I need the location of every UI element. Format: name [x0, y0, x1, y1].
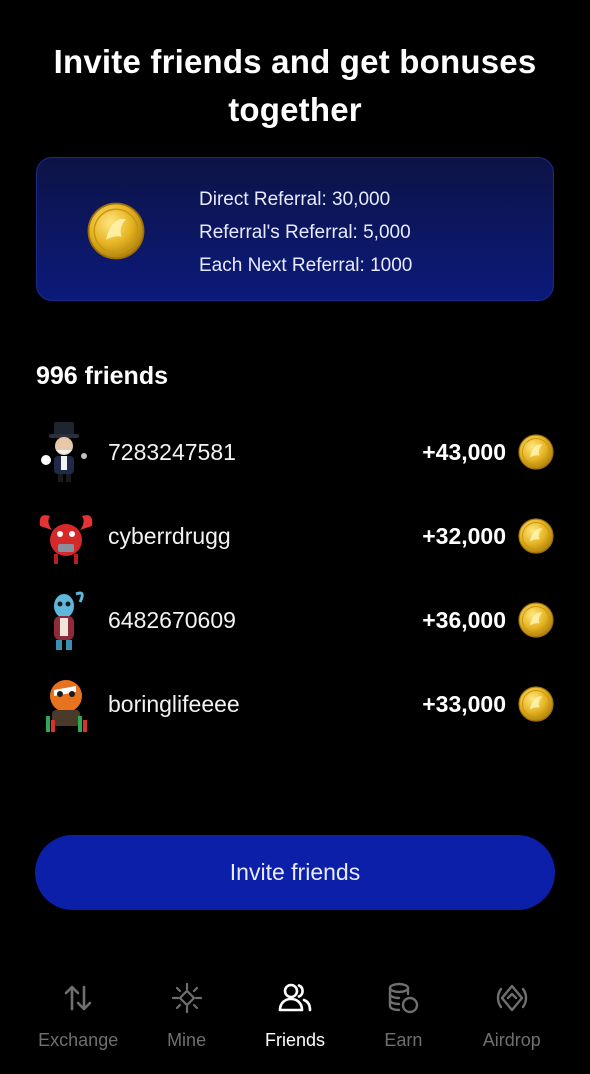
invite-friends-button[interactable]: Invite friends [35, 835, 555, 910]
blue-creature-avatar [54, 591, 84, 650]
friend-list-item[interactable]: boringlifeeee +33,000 [36, 672, 554, 736]
gold-coin-icon [518, 686, 554, 722]
arrows-up-down-icon [64, 985, 92, 1011]
direct-referral-bonus: Direct Referral: 30,000 [199, 189, 391, 210]
orange-fish-avatar [46, 680, 87, 732]
friend-reward: +32,000 [422, 523, 506, 549]
tab-mine[interactable]: Mine [137, 968, 237, 1074]
friend-reward: +36,000 [422, 607, 506, 633]
friend-name: 6482670609 [108, 607, 236, 633]
friend-list-item[interactable]: cyberrdrugg +32,000 [36, 504, 554, 568]
coins-stack-icon [389, 982, 419, 1014]
tab-label: Friends [264, 1030, 325, 1050]
friends-count: 996 friends [36, 362, 169, 390]
friend-name: boringlifeeee [108, 691, 240, 717]
red-crab-avatar [39, 515, 93, 564]
friend-list-item[interactable]: 6482670609 +36,000 [36, 588, 554, 652]
referral-bonus-card: Direct Referral: 30,000 Referral's Refer… [36, 157, 554, 301]
friend-name: cyberrdrugg [108, 523, 231, 549]
tab-earn[interactable]: Earn [353, 968, 453, 1074]
monopoly-man-avatar [41, 422, 87, 482]
tab-label: Earn [384, 1030, 423, 1050]
friend-name: 7283247581 [108, 439, 236, 465]
friend-reward: +33,000 [422, 691, 506, 717]
friend-reward: +43,000 [422, 439, 506, 465]
tab-label: Airdrop [482, 1030, 541, 1050]
gold-coin-icon [518, 434, 554, 470]
page-title: Invite friends and get bonuses together [53, 43, 537, 128]
bottom-tab-bar: Exchange Mine Friends Earn Airdrop [0, 968, 590, 1074]
tab-label: Exchange [38, 1030, 119, 1050]
airdrop-icon [496, 984, 527, 1012]
tab-airdrop[interactable]: Airdrop [462, 968, 562, 1074]
referrals-referral-bonus: Referral's Referral: 5,000 [199, 222, 411, 243]
gold-coin-icon [518, 602, 554, 638]
bonus-lines: Direct Referral: 30,000 Referral's Refer… [199, 183, 412, 282]
gold-coin-icon [518, 518, 554, 554]
mine-pickaxe-icon [171, 982, 202, 1014]
tab-label: Mine [167, 1030, 207, 1050]
users-icon [278, 983, 312, 1012]
tab-friends[interactable]: Friends [245, 968, 345, 1074]
each-next-referral-bonus: Each Next Referral: 1000 [199, 255, 413, 276]
tab-exchange[interactable]: Exchange [28, 968, 128, 1074]
gold-coin-icon [87, 202, 145, 260]
friend-list-item[interactable]: 7283247581 +43,000 [36, 420, 554, 484]
